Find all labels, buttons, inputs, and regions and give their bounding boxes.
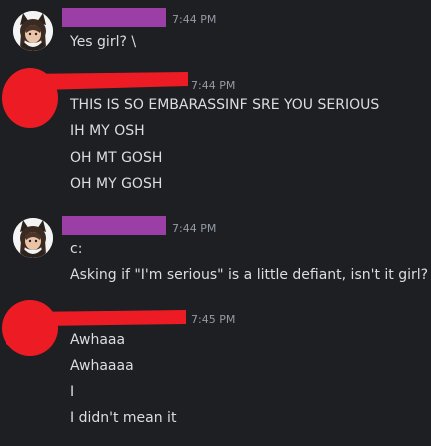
user-avatar[interactable] xyxy=(13,218,53,258)
username-redaction xyxy=(62,216,166,235)
red-scribble-avatar-icon xyxy=(2,300,186,356)
message-text: Asking if "I'm serious" is a little defi… xyxy=(70,267,431,283)
message-text: c: xyxy=(70,241,83,257)
message-text: Yes girl? \ xyxy=(70,34,137,50)
username-redaction xyxy=(62,8,166,27)
cat-girl-avatar-icon xyxy=(13,11,53,51)
message-text: I xyxy=(70,384,75,400)
message-text: I didn't mean it xyxy=(70,410,177,426)
cat-girl-avatar-icon xyxy=(13,218,53,258)
user-avatar[interactable] xyxy=(13,11,53,51)
message-timestamp: 7:44 PM xyxy=(172,13,217,26)
message-text: Awhaaaa xyxy=(70,358,134,374)
message-text: IH MY OSH xyxy=(70,123,145,139)
message-text: OH MT GOSH xyxy=(70,150,163,166)
message-text: OH MY GOSH xyxy=(70,176,163,192)
message-text: Awhaaa xyxy=(70,332,126,348)
message-text: THIS IS SO EMBARASSINF SRE YOU SERIOUS xyxy=(70,97,380,113)
message-timestamp: 7:44 PM xyxy=(172,222,217,235)
message-timestamp: 7:45 PM xyxy=(191,313,236,326)
message-timestamp: 7:44 PM xyxy=(191,79,236,92)
